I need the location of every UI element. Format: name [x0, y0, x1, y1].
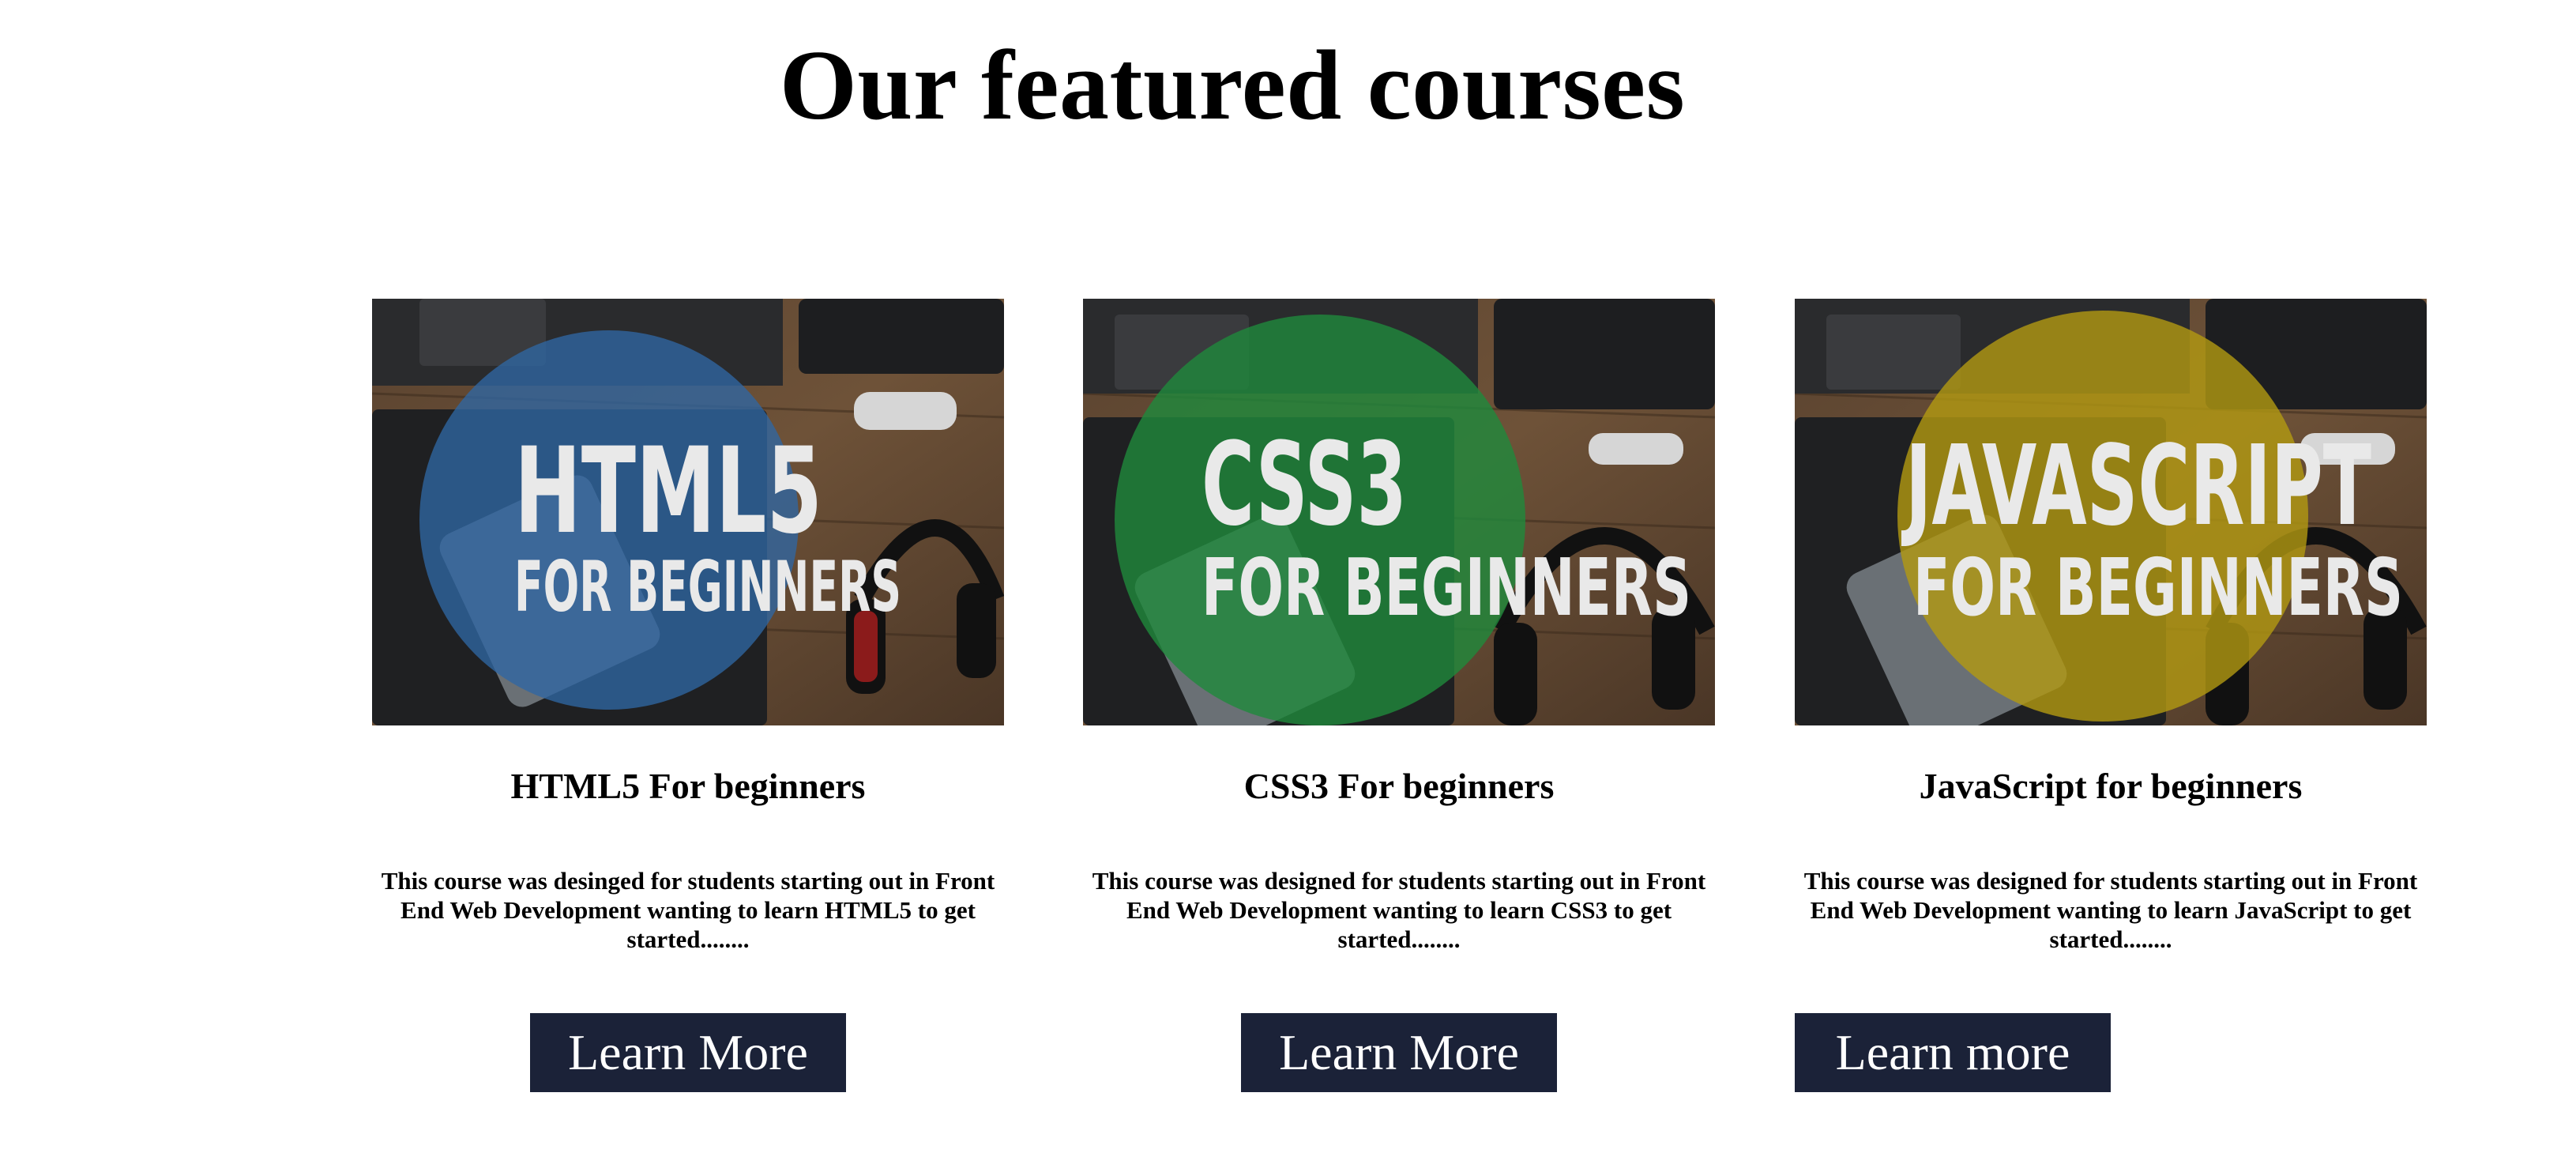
course-description-css3: This course was designed for students st… — [1092, 867, 1706, 953]
course-title-css3: CSS3 For beginners — [1243, 766, 1555, 806]
image-line1-css3: CSS3 — [1202, 418, 1407, 552]
learn-more-button-css3[interactable]: Learn More — [1241, 1013, 1557, 1092]
course-description-javascript: This course was designed for students st… — [1803, 867, 2418, 953]
course-image-html5[interactable]: HTML5 FOR BEGINNERS — [372, 299, 1004, 725]
image-line2-javascript: FOR BEGINNERS — [1913, 541, 2403, 634]
page-title: Our featured courses — [779, 31, 1686, 141]
course-card-javascript: JAVASCRIPT FOR BEGINNERS JavaScript for … — [1795, 299, 2427, 1092]
course-title-javascript: JavaScript for beginners — [1919, 766, 2303, 806]
course-image-javascript[interactable]: JAVASCRIPT FOR BEGINNERS — [1795, 299, 2427, 725]
course-card-css3: CSS3 FOR BEGINNERS CSS3 For beginners Th… — [1083, 299, 1715, 1092]
image-line2-html5: FOR BEGINNERS — [514, 546, 901, 627]
image-line1-javascript: JAVASCRIPT — [1901, 422, 2371, 551]
learn-more-button-javascript[interactable]: Learn more — [1795, 1013, 2111, 1092]
course-title-html5: HTML5 For beginners — [510, 766, 866, 806]
course-image-css3[interactable]: CSS3 FOR BEGINNERS — [1083, 299, 1715, 725]
course-description-html5: This course was desinged for students st… — [381, 867, 995, 953]
course-card-html5: HTML5 FOR BEGINNERS HTML5 For beginners … — [372, 299, 1004, 1092]
image-line1-html5: HTML5 — [514, 423, 822, 560]
learn-more-button-html5[interactable]: Learn More — [530, 1013, 846, 1092]
image-line2-css3: FOR BEGINNERS — [1202, 541, 1691, 634]
